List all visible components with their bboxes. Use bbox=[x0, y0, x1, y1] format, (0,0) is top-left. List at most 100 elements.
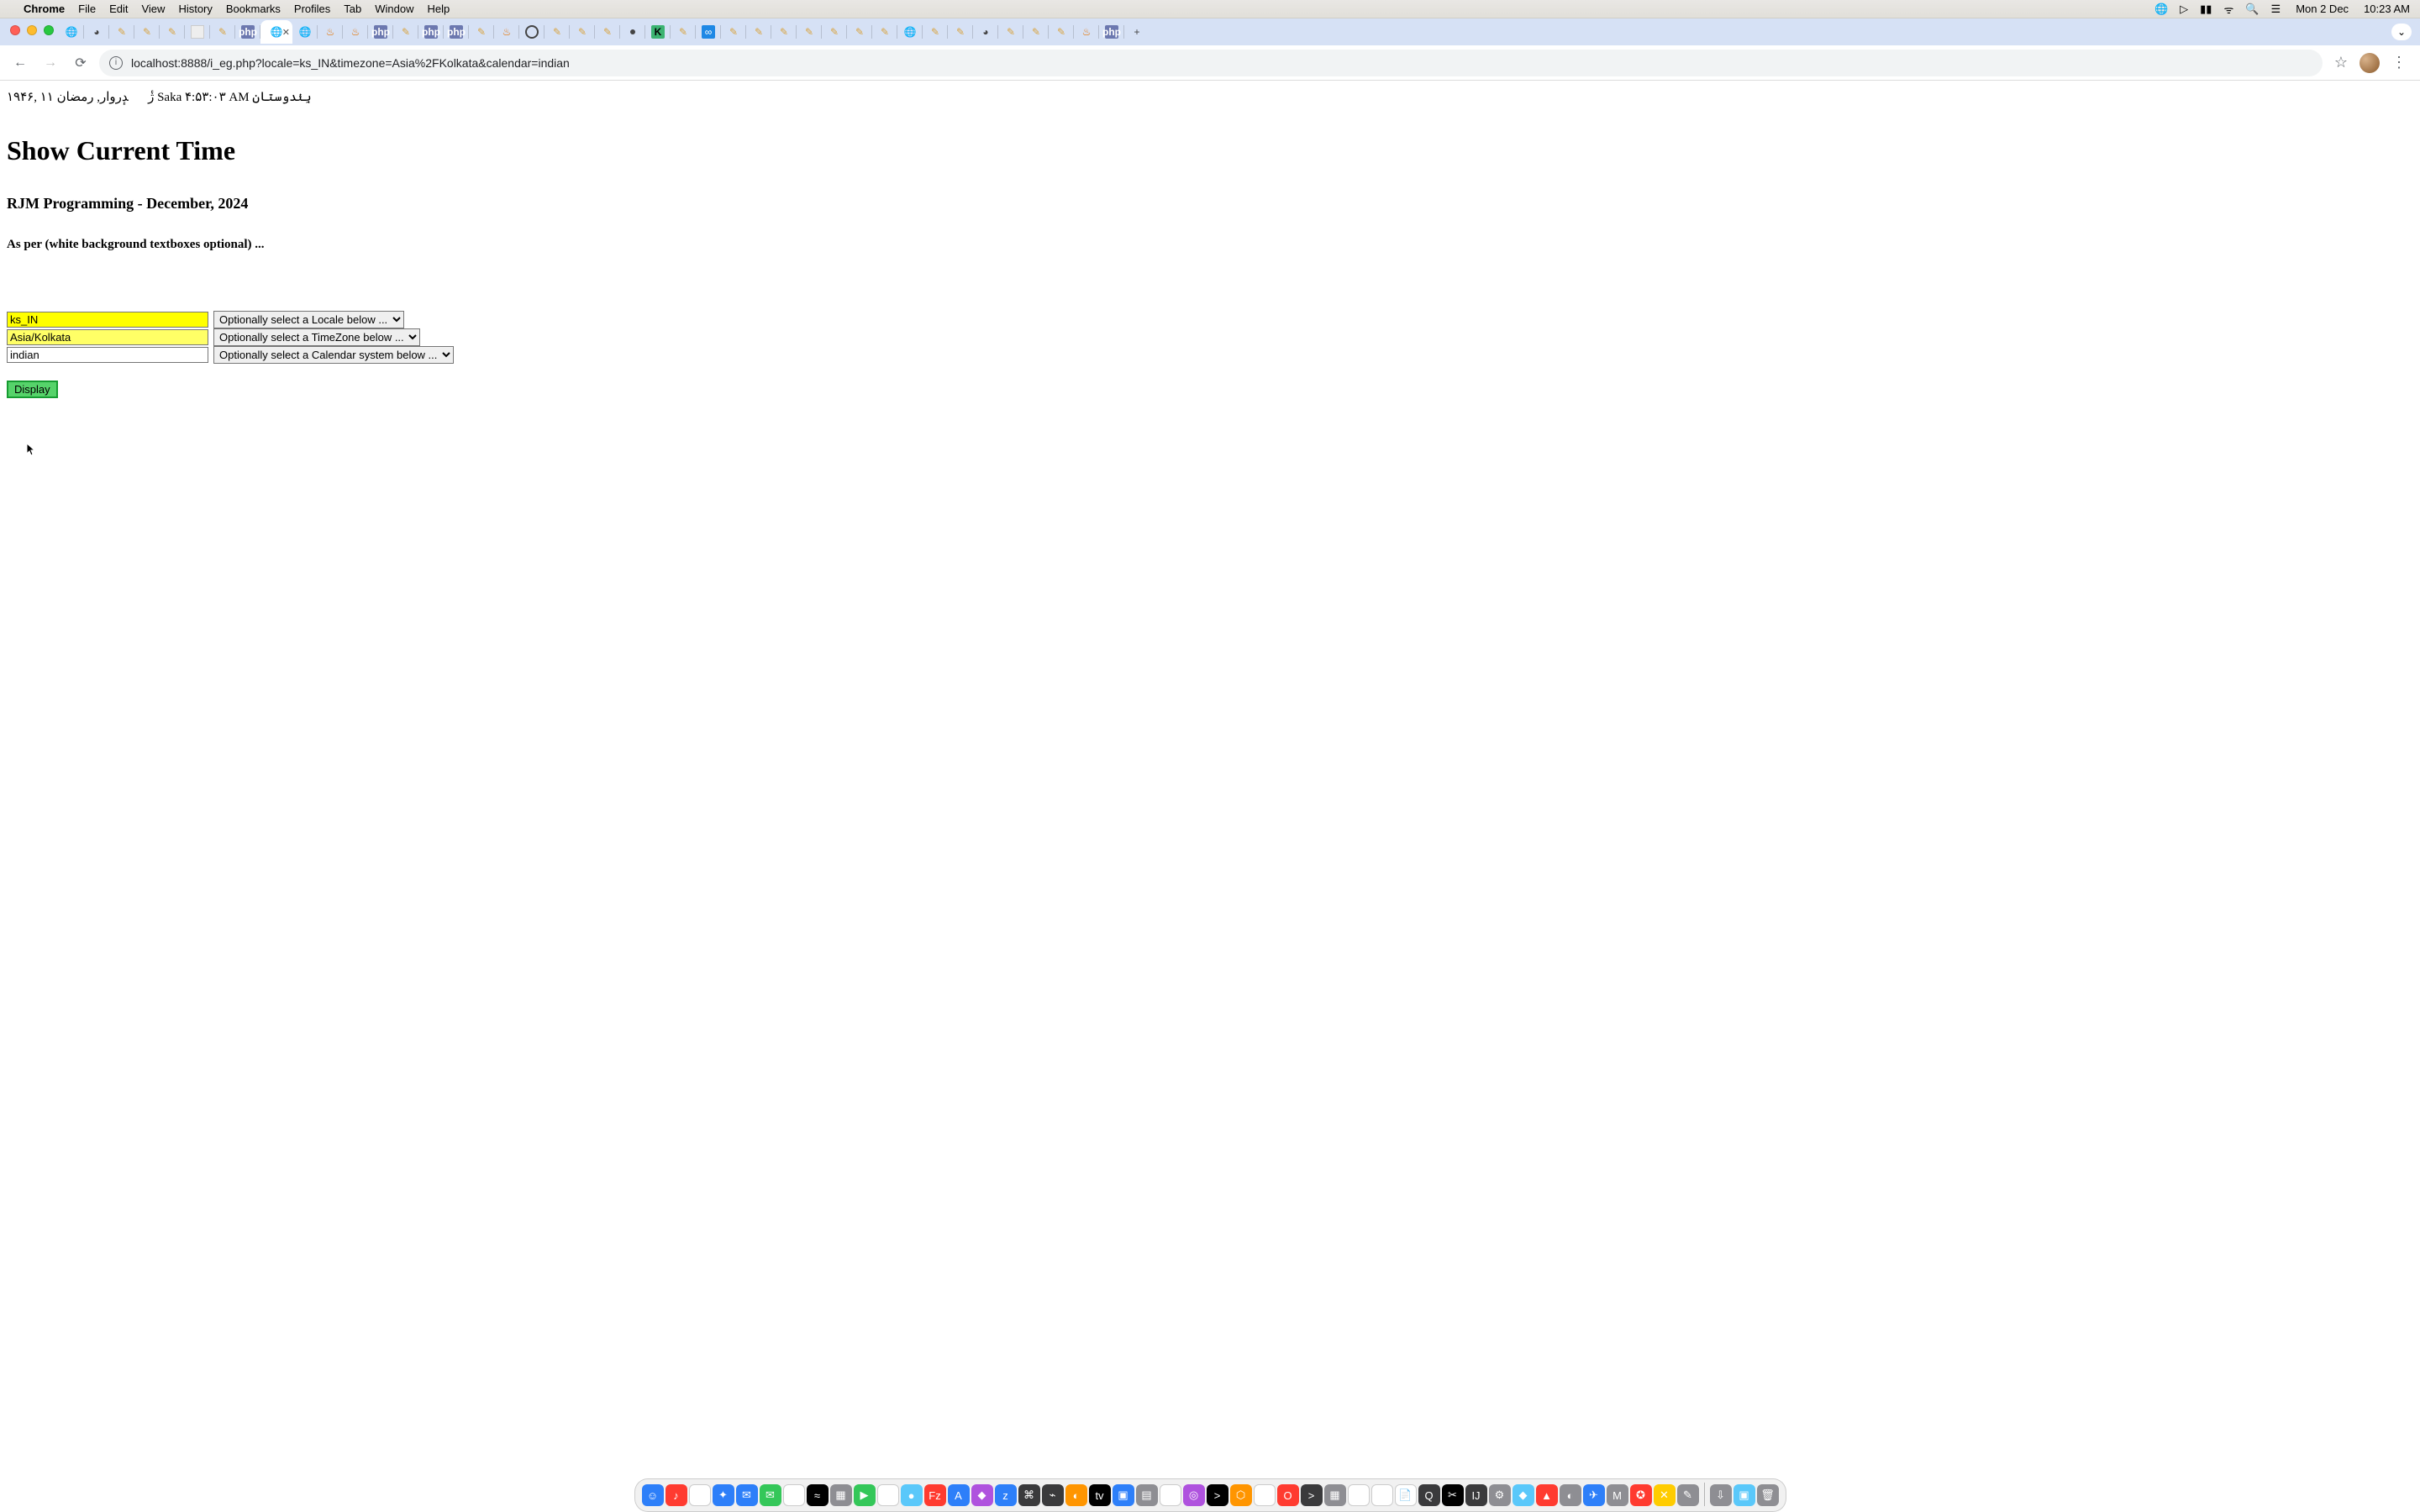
browser-tab[interactable]: php bbox=[1099, 20, 1124, 44]
menubar-date[interactable]: Mon 2 Dec bbox=[2296, 3, 2349, 15]
dock-app-app17[interactable]: ✈ bbox=[1583, 1484, 1605, 1506]
dock-app-textedit[interactable]: ✎ bbox=[877, 1484, 899, 1506]
locale-input[interactable] bbox=[7, 312, 208, 328]
browser-tab[interactable]: php bbox=[368, 20, 393, 44]
dock-app-app2[interactable]: ◆ bbox=[971, 1484, 993, 1506]
browser-tab[interactable]: ✎ bbox=[746, 20, 771, 44]
browser-tab[interactable]: 🌐 bbox=[59, 20, 84, 44]
calendar-input[interactable] bbox=[7, 347, 208, 363]
browser-tab[interactable]: ♨ bbox=[318, 20, 343, 44]
wifi-icon[interactable]: ᯤ bbox=[2223, 2, 2233, 17]
dock-app-opera[interactable]: O bbox=[1277, 1484, 1299, 1506]
browser-tab[interactable] bbox=[620, 20, 645, 44]
dock-app-app1[interactable]: ● bbox=[901, 1484, 923, 1506]
bookmark-star-icon[interactable]: ☆ bbox=[2334, 54, 2348, 71]
nav-reload-button[interactable]: ⟳ bbox=[69, 51, 92, 75]
dock-app-reminders[interactable]: ≡ bbox=[689, 1484, 711, 1506]
dock-app-terminal[interactable]: > bbox=[1207, 1484, 1228, 1506]
dock-app-app14[interactable]: ◆ bbox=[1512, 1484, 1534, 1506]
browser-tab[interactable] bbox=[185, 20, 210, 44]
browser-tab-active[interactable]: 🌐✕ bbox=[260, 20, 292, 44]
browser-tab[interactable]: ✎ bbox=[847, 20, 872, 44]
dock-app-appstore[interactable]: A bbox=[948, 1484, 970, 1506]
menu-edit[interactable]: Edit bbox=[109, 3, 128, 15]
window-zoom[interactable] bbox=[44, 25, 54, 35]
browser-tab[interactable]: ♨ bbox=[343, 20, 368, 44]
dock-app-appletv[interactable]: tv bbox=[1089, 1484, 1111, 1506]
dock-app-app13[interactable]: ✂ bbox=[1442, 1484, 1464, 1506]
dock-app-app11[interactable]: 📄 bbox=[1395, 1484, 1417, 1506]
menu-help[interactable]: Help bbox=[428, 3, 450, 15]
globe-translate-icon[interactable]: 🌐 bbox=[2154, 3, 2168, 16]
browser-tab[interactable]: ✎ bbox=[210, 20, 235, 44]
dock-app-music[interactable]: ♪ bbox=[666, 1484, 687, 1506]
browser-tab[interactable]: ✎ bbox=[134, 20, 160, 44]
browser-tab[interactable]: ✎ bbox=[393, 20, 418, 44]
browser-tab[interactable]: 🌐 bbox=[897, 20, 923, 44]
browser-tab[interactable]: 🌐 bbox=[292, 20, 318, 44]
browser-tab[interactable] bbox=[519, 20, 544, 44]
browser-tab[interactable]: ✎ bbox=[544, 20, 570, 44]
browser-tab[interactable]: ✎ bbox=[721, 20, 746, 44]
menu-view[interactable]: View bbox=[141, 3, 165, 15]
browser-tab[interactable]: ♨ bbox=[494, 20, 519, 44]
dock-app-app4[interactable]: ⌁ bbox=[1042, 1484, 1064, 1506]
dock-app-mamp[interactable]: M bbox=[1607, 1484, 1628, 1506]
browser-tab[interactable]: ✎ bbox=[160, 20, 185, 44]
dock-app-app3[interactable]: ⌘ bbox=[1018, 1484, 1040, 1506]
menu-window[interactable]: Window bbox=[375, 3, 413, 15]
browser-tab[interactable]: ✎ bbox=[1023, 20, 1049, 44]
address-bar[interactable]: i localhost:8888/i_eg.php?locale=ks_IN&t… bbox=[99, 50, 2323, 76]
browser-tab[interactable]: php bbox=[418, 20, 444, 44]
browser-tab[interactable]: ✎ bbox=[109, 20, 134, 44]
dock-app-stocks[interactable]: ≈ bbox=[807, 1484, 829, 1506]
browser-tab[interactable]: ✎ bbox=[923, 20, 948, 44]
dock-app-mail[interactable]: ✉ bbox=[736, 1484, 758, 1506]
browser-tab[interactable]: ✎ bbox=[771, 20, 797, 44]
dock-app-intellij[interactable]: IJ bbox=[1465, 1484, 1487, 1506]
dock-app-app10[interactable]: ◧ bbox=[1348, 1484, 1370, 1506]
dock-app-filezilla[interactable]: Fz bbox=[924, 1484, 946, 1506]
tabs-overflow-dropdown[interactable]: ⌄ bbox=[2391, 24, 2412, 40]
dock-app-app8[interactable]: ⬡ bbox=[1230, 1484, 1252, 1506]
dock-app-app18[interactable]: ✪ bbox=[1630, 1484, 1652, 1506]
browser-tab[interactable]: ✎ bbox=[469, 20, 494, 44]
dock-app-firefox[interactable]: ◐ bbox=[1065, 1484, 1087, 1506]
menu-profiles[interactable]: Profiles bbox=[294, 3, 330, 15]
browser-tab[interactable]: ∞ bbox=[696, 20, 721, 44]
site-info-icon[interactable]: i bbox=[109, 56, 123, 70]
dock-app-app12[interactable]: Q bbox=[1418, 1484, 1440, 1506]
display-button[interactable]: Display bbox=[7, 381, 58, 398]
browser-tab[interactable]: ✎ bbox=[948, 20, 973, 44]
dock-app-app9[interactable]: ▦ bbox=[1324, 1484, 1346, 1506]
browser-tab[interactable]: ✎ bbox=[822, 20, 847, 44]
window-close[interactable] bbox=[10, 25, 20, 35]
browser-tab[interactable]: ◕ bbox=[84, 20, 109, 44]
profile-avatar[interactable] bbox=[2360, 53, 2380, 73]
dock-app-zoom[interactable]: z bbox=[995, 1484, 1017, 1506]
menu-tab[interactable]: Tab bbox=[344, 3, 361, 15]
dock-app-downloads[interactable]: ⇩ bbox=[1710, 1484, 1732, 1506]
spotlight-search-icon[interactable]: 🔍 bbox=[2245, 3, 2259, 16]
menu-file[interactable]: File bbox=[78, 3, 96, 15]
browser-tab[interactable]: php bbox=[235, 20, 260, 44]
menu-history[interactable]: History bbox=[178, 3, 212, 15]
chrome-menu-icon[interactable]: ⋮ bbox=[2391, 54, 2407, 71]
timezone-select[interactable]: Optionally select a TimeZone below ... bbox=[213, 328, 420, 346]
dock-app-trash[interactable]: 🗑 bbox=[1757, 1484, 1779, 1506]
dock-app-app16[interactable]: ◐ bbox=[1560, 1484, 1581, 1506]
battery-icon[interactable]: ▮▮ bbox=[2200, 3, 2212, 16]
new-tab-button[interactable]: + bbox=[1124, 20, 1150, 44]
dock-app-app7[interactable]: B bbox=[1160, 1484, 1181, 1506]
browser-tab[interactable]: ✎ bbox=[570, 20, 595, 44]
dock-app-term2[interactable]: > bbox=[1301, 1484, 1323, 1506]
browser-tab[interactable]: ♨ bbox=[1074, 20, 1099, 44]
dock-app-finder[interactable]: ☺ bbox=[642, 1484, 664, 1506]
dock-app-messages[interactable]: ✉ bbox=[760, 1484, 781, 1506]
browser-tab[interactable]: ✎ bbox=[998, 20, 1023, 44]
browser-tab[interactable]: ✎ bbox=[797, 20, 822, 44]
control-center-icon[interactable]: ☰ bbox=[2271, 3, 2281, 16]
dock-app-facetime[interactable]: ▶ bbox=[854, 1484, 876, 1506]
dock-app-app19[interactable]: ✕ bbox=[1654, 1484, 1676, 1506]
window-minimize[interactable] bbox=[27, 25, 37, 35]
